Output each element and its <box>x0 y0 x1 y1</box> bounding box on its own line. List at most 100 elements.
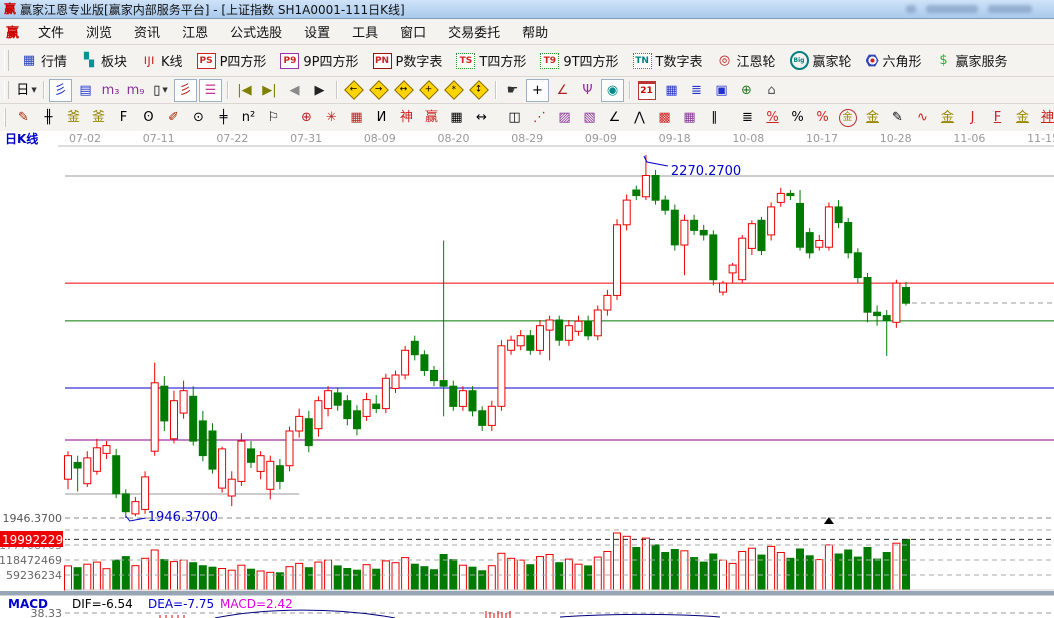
toolbar-button-p-number-table[interactable]: PNP数字表 <box>366 49 450 72</box>
toolbar-button-t-square[interactable]: TST四方形 <box>449 49 533 72</box>
tool-zoom-out-x-icon[interactable]: ← <box>342 79 365 102</box>
tool-gold-gauge-1-icon[interactable]: 釜 <box>62 106 85 129</box>
tool-wave-9-icon[interactable]: m₉ <box>124 79 147 102</box>
tool-first-bar-icon[interactable]: |◀ <box>233 79 256 102</box>
menu-item-9[interactable]: 帮助 <box>511 20 559 43</box>
tool-crosshair-icon[interactable]: + <box>526 79 549 102</box>
tool-calendar-icon[interactable]: 21 <box>635 79 658 102</box>
tool-compress-all-icon[interactable]: + <box>417 79 440 102</box>
tool-fan-red-icon[interactable]: ⋰ <box>528 106 551 129</box>
tool-time-circle-icon[interactable]: ⊙ <box>187 106 210 129</box>
tool-parallel-tool-icon[interactable]: ∥ <box>703 106 726 129</box>
tool-region-select-icon[interactable]: ◉ <box>601 79 624 102</box>
tool-percent-line-icon[interactable]: % <box>811 106 834 129</box>
candle <box>286 431 293 466</box>
toolbar-button-gann-wheel[interactable]: ◎江恩轮 <box>710 49 783 72</box>
menu-item-1[interactable]: 浏览 <box>75 20 123 43</box>
tool-angle-measure-icon[interactable]: ∠ <box>551 79 574 102</box>
tool-zoom-in-x-icon[interactable]: → <box>367 79 390 102</box>
toolbar-button-kline[interactable]: ıȷıK线 <box>134 49 190 72</box>
tool-grid-target-icon[interactable]: ▦ <box>345 106 368 129</box>
tool-j-line-icon[interactable]: J <box>961 106 984 129</box>
menu-item-8[interactable]: 交易委托 <box>437 20 511 43</box>
tool-f-gauge-icon[interactable]: F <box>112 106 135 129</box>
tool-candle-style-icon[interactable]: ▯▼ <box>149 79 172 102</box>
tool-gann-ruler-icon[interactable]: ╫ <box>37 106 60 129</box>
tool-percent-red-icon[interactable]: % <box>761 106 784 129</box>
tool-gold-angle-icon[interactable]: 金 <box>1011 106 1034 129</box>
tool-workstation-icon[interactable]: ⌂ <box>760 79 783 102</box>
tool-trend-overlay-icon[interactable]: 彡 <box>49 79 72 102</box>
tool-fan-box-2-icon[interactable]: ▧ <box>578 106 601 129</box>
tool-gann-sketch-icon[interactable]: 彡 <box>174 79 197 102</box>
menu-item-2[interactable]: 资讯 <box>123 20 171 43</box>
tool-hand-drag-icon[interactable]: ☛ <box>501 79 524 102</box>
tool-k-mark-icon[interactable]: И <box>370 106 393 129</box>
tool-calculator-icon[interactable]: ▦ <box>660 79 683 102</box>
tool-shen-tool-icon[interactable]: 神 <box>395 106 418 129</box>
chart-area[interactable]: 07-0207-1107-2207-3108-0908-2008-2909-09… <box>0 131 1054 618</box>
tool-expand-all-icon[interactable]: * <box>442 79 465 102</box>
tool-spiral-tool-icon[interactable]: ʘ <box>137 106 160 129</box>
tool-gold-line-icon[interactable]: 金 <box>861 106 884 129</box>
tool-tick-ruler-icon[interactable]: ╪ <box>212 106 235 129</box>
menu-item-7[interactable]: 窗口 <box>389 20 437 43</box>
tool-expand-x-icon[interactable]: ↔ <box>392 79 415 102</box>
tool-zigzag-tool-icon[interactable]: ⋀ <box>628 106 651 129</box>
tool-level-bars-icon[interactable]: ≣ <box>736 106 759 129</box>
menu-item-6[interactable]: 工具 <box>341 20 389 43</box>
tool-flag-tool-icon[interactable]: ⚐ <box>262 106 285 129</box>
tool-draw-bars-icon[interactable]: ✎ <box>886 106 909 129</box>
tool-export-web-icon[interactable]: ⊕ <box>735 79 758 102</box>
volume-bar <box>373 569 380 590</box>
menu-item-5[interactable]: 设置 <box>293 20 341 43</box>
candle <box>720 283 727 292</box>
tool-angle-fan-icon[interactable]: ∠ <box>603 106 626 129</box>
tool-f-line-icon[interactable]: F <box>986 106 1009 129</box>
tool-gold-circle-icon[interactable]: 金 <box>836 106 859 129</box>
candlestick-chart-canvas[interactable]: 07-0207-1107-2207-3108-0908-2008-2909-09… <box>0 131 1054 618</box>
tool-ray-star-icon[interactable]: ✳ <box>320 106 343 129</box>
toolbar-button-t-number-table[interactable]: TNT数字表 <box>626 49 710 72</box>
tool-grid-red-2-icon[interactable]: ▩ <box>653 106 676 129</box>
tool-wave-line-icon[interactable]: ∿ <box>911 106 934 129</box>
tool-shen-line-icon[interactable]: 神 <box>1036 106 1054 129</box>
volume-bar <box>893 543 900 590</box>
tool-wave-3-icon[interactable]: m₃ <box>99 79 122 102</box>
tool-ying-tool-icon[interactable]: 赢 <box>420 106 443 129</box>
tool-info-panel-icon[interactable]: ▤ <box>74 79 97 102</box>
tool-gold-line-2-icon[interactable]: 金 <box>936 106 959 129</box>
tool-trident-tool-icon[interactable]: Ψ <box>576 79 599 102</box>
tool-percent-icon[interactable]: % <box>786 106 809 129</box>
toolbar-button-hexagon[interactable]: 六角形 <box>859 49 929 72</box>
menu-item-0[interactable]: 文件 <box>27 20 75 43</box>
tool-notebook-icon[interactable]: ≣ <box>685 79 708 102</box>
toolbar-button-sectors[interactable]: ▚板块 <box>74 49 134 72</box>
tool-fit-screen-icon[interactable]: ↕ <box>467 79 490 102</box>
tool-save-icon[interactable]: ▣ <box>710 79 733 102</box>
toolbar-button-p-square[interactable]: PSP四方形 <box>190 49 274 72</box>
menu-item-3[interactable]: 江恩 <box>171 20 219 43</box>
tool-gold-gauge-2-icon[interactable]: 釜 <box>87 106 110 129</box>
tool-circle-cross-icon[interactable]: ⊕ <box>295 106 318 129</box>
tool-span-arrows-icon[interactable]: ↔ <box>470 106 493 129</box>
title-bar[interactable]: 赢 赢家江恩专业版[赢家内部服务平台] - [上证指数 SH1A0001-111… <box>0 0 1054 19</box>
tool-marker-pen-icon[interactable]: ✐ <box>162 106 185 129</box>
toolbar-button-winner-wheel[interactable]: Big赢家轮 <box>783 49 859 72</box>
tool-grid-123-icon[interactable]: ▦ <box>445 106 468 129</box>
tool-period-day-icon[interactable]: 日▼ <box>15 79 38 102</box>
tool-grid-purple-2-icon[interactable]: ▦ <box>678 106 701 129</box>
tool-n2-ruler-icon[interactable]: n² <box>237 106 260 129</box>
toolbar-button-winner-service[interactable]: $赢家服务 <box>929 49 1015 72</box>
tool-prev-bar-icon[interactable]: ◀ <box>283 79 306 102</box>
tool-volume-profile-icon[interactable]: ☰ <box>199 79 222 102</box>
toolbar-button-quotes[interactable]: ▦行情 <box>14 49 74 72</box>
tool-next-bar-icon[interactable]: ▶ <box>308 79 331 102</box>
tool-box-tool-icon[interactable]: ◫ <box>503 106 526 129</box>
tool-fan-box-purple-icon[interactable]: ▨ <box>553 106 576 129</box>
toolbar-button-t9-square[interactable]: T99T四方形 <box>533 49 625 72</box>
tool-last-bar-icon[interactable]: ▶| <box>258 79 281 102</box>
tool-pencil-tool-icon[interactable]: ✎ <box>12 106 35 129</box>
menu-item-4[interactable]: 公式选股 <box>219 20 293 43</box>
toolbar-button-p9-square[interactable]: P99P四方形 <box>273 49 365 72</box>
